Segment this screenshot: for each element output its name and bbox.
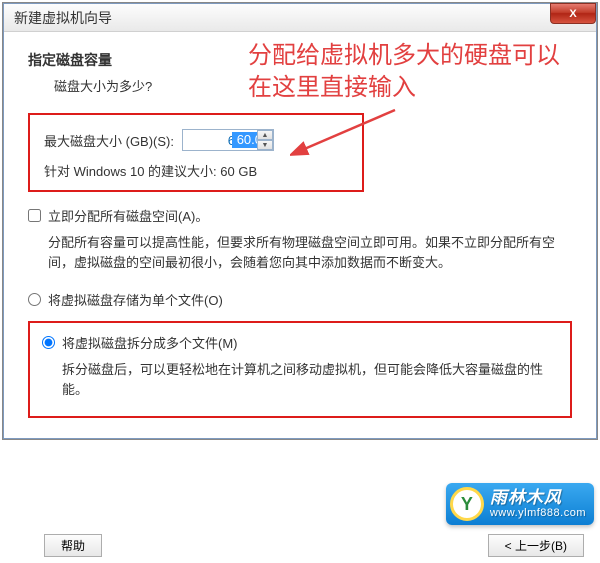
allocate-now-checkbox[interactable]	[28, 209, 41, 222]
watermark-url: www.ylmf888.com	[490, 507, 586, 519]
recommended-size-text: 针对 Windows 10 的建议大小: 60 GB	[44, 161, 348, 180]
max-disk-label: 最大磁盘大小 (GB)(S):	[44, 131, 174, 150]
spinner: ▲ ▼	[257, 130, 273, 150]
allocate-now-label: 立即分配所有磁盘空间(A)。	[48, 206, 208, 225]
spinner-down-button[interactable]: ▼	[257, 140, 273, 150]
annotation-text: 分配给虚拟机多大的硬盘可以在这里直接输入	[244, 38, 586, 107]
allocate-now-desc: 分配所有容量可以提高性能，但要求所有物理磁盘空间立即可用。如果不立即分配所有空间…	[48, 233, 572, 272]
window-title: 新建虚拟机向导	[14, 8, 112, 28]
titlebar: 新建虚拟机向导 X	[4, 4, 596, 32]
watermark-logo-icon: Y	[450, 487, 484, 521]
spinner-up-button[interactable]: ▲	[257, 130, 273, 140]
watermark: Y 雨林木风 www.ylmf888.com	[446, 483, 594, 525]
store-multi-desc: 拆分磁盘后，可以更轻松地在计算机之间移动虚拟机，但可能会降低大容量磁盘的性能。	[62, 360, 558, 400]
store-single-radio[interactable]	[28, 293, 41, 306]
watermark-brand: 雨林木风	[490, 489, 586, 508]
close-icon: X	[569, 8, 576, 20]
store-single-label: 将虚拟磁盘存储为单个文件(O)	[48, 290, 223, 309]
back-button[interactable]: < 上一步(B)	[488, 534, 584, 557]
store-multi-radio[interactable]	[42, 336, 55, 349]
help-button[interactable]: 帮助	[44, 534, 102, 557]
highlight-box-split-files: 将虚拟磁盘拆分成多个文件(M) 拆分磁盘后，可以更轻松地在计算机之间移动虚拟机，…	[28, 321, 572, 418]
close-button[interactable]: X	[550, 3, 596, 24]
highlight-box-disk-size: 最大磁盘大小 (GB)(S): 60.0 ▲ ▼ 针对 Windows 10 的…	[28, 113, 364, 192]
store-multi-label: 将虚拟磁盘拆分成多个文件(M)	[62, 333, 238, 352]
